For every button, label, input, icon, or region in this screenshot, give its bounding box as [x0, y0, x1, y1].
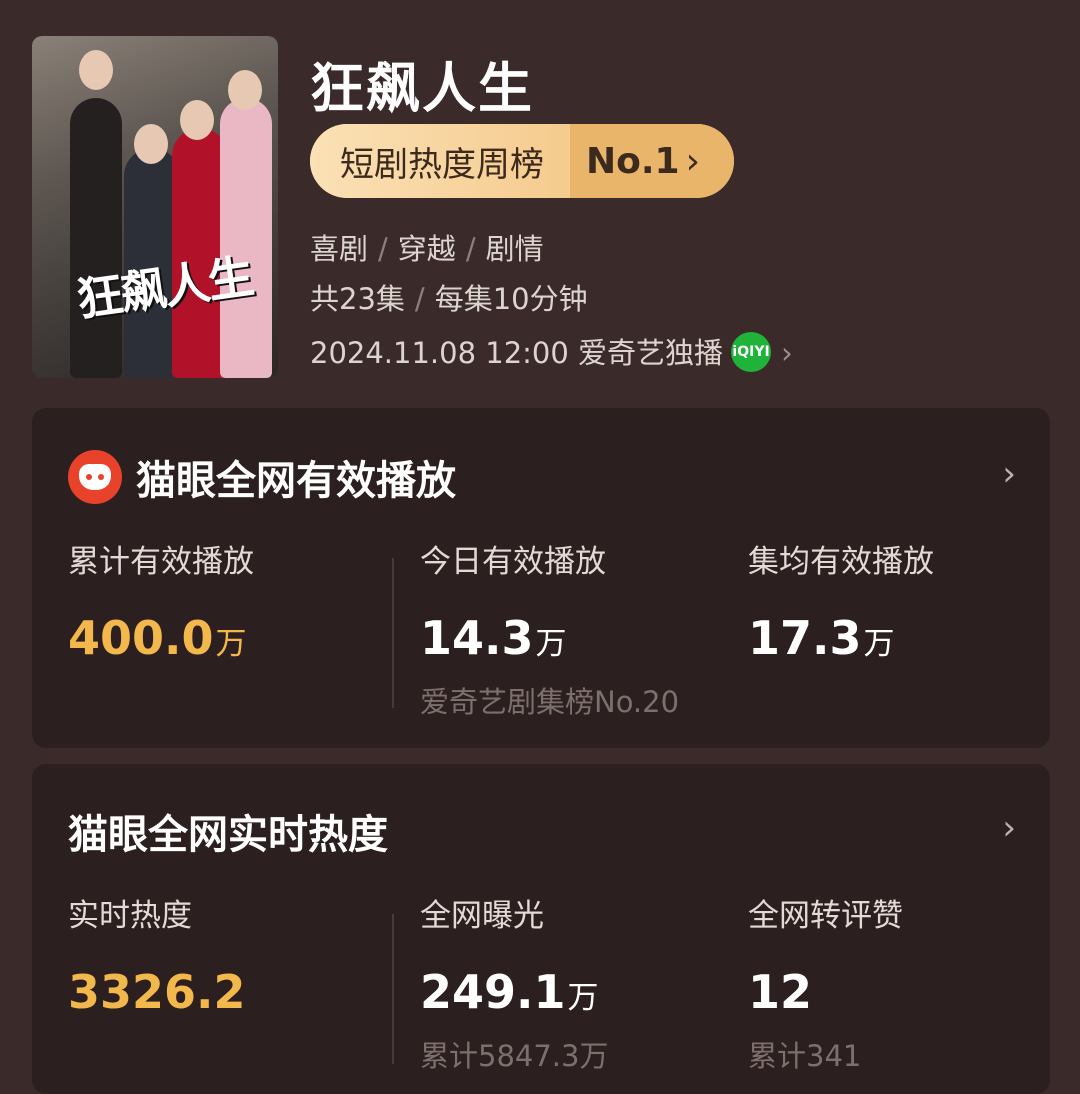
stat-label: 实时热度 [68, 898, 192, 934]
stat-label: 全网曝光 [420, 898, 544, 934]
iqiyi-logo-icon: iQIYI [731, 332, 772, 372]
divider [392, 558, 394, 708]
divider [392, 914, 394, 1064]
stat-interactions: 全网转评赞 12 累计341 [748, 890, 903, 1075]
separator: / [414, 282, 425, 316]
stat-label: 全网转评赞 [748, 898, 903, 934]
stat-value: 249.1万 [420, 965, 599, 1019]
chevron-right-icon[interactable]: › [1002, 808, 1016, 848]
genre-tag: 喜剧 [310, 232, 369, 266]
episode-info: 共23集 / 每集10分钟 [310, 276, 588, 318]
separator: / [378, 232, 388, 266]
episode-length: 每集10分钟 [434, 282, 588, 316]
chevron-right-icon: › [781, 336, 793, 370]
stat-label: 累计有效播放 [68, 544, 254, 580]
release-info[interactable]: 2024.11.08 12:00 爱奇艺独播 iQIYI › [310, 330, 793, 375]
genre-list: 喜剧 / 穿越 / 剧情 [310, 226, 544, 268]
stat-exposure: 全网曝光 249.1万 累计5847.3万 [420, 890, 608, 1075]
genre-tag: 穿越 [397, 232, 456, 266]
poster-figure-head [228, 70, 262, 110]
weekly-rank-badge[interactable]: 短剧热度周榜 No.1 › [310, 124, 734, 198]
poster-figure-head [79, 50, 113, 90]
stat-value: 400.0万 [68, 611, 247, 665]
stat-label: 今日有效播放 [420, 544, 606, 580]
stat-value: 17.3万 [748, 611, 895, 665]
maoyan-cat-icon [68, 450, 122, 504]
rank-label: 短剧热度周榜 [310, 124, 570, 198]
chevron-right-icon[interactable]: › [1002, 454, 1016, 494]
poster-figure-head [134, 124, 168, 164]
episode-count: 共23集 [310, 282, 405, 316]
separator: / [465, 232, 476, 266]
realtime-heat-card[interactable]: 猫眼全网实时热度 › 实时热度 3326.2 全网曝光 249.1万 累计584… [32, 764, 1050, 1094]
rank-value: No.1 [586, 140, 680, 182]
stat-total-play: 累计有效播放 400.0万 [68, 536, 254, 665]
card-header: 猫眼全网有效播放 [68, 448, 456, 506]
stat-today-play: 今日有效播放 14.3万 爱奇艺剧集榜No.20 [420, 536, 679, 721]
stat-value: 12 [748, 965, 813, 1019]
card-title: 猫眼全网实时热度 [68, 812, 388, 858]
poster-image[interactable]: 狂飙人生 [32, 36, 278, 378]
card-header: 猫眼全网实时热度 [68, 802, 388, 860]
stat-realtime-heat: 实时热度 3326.2 [68, 890, 248, 1019]
release-text: 2024.11.08 12:00 爱奇艺独播 [310, 336, 724, 370]
chevron-right-icon: › [685, 140, 700, 182]
stat-subtext: 累计5847.3万 [420, 1039, 609, 1073]
rank-value-area: No.1 › [570, 124, 734, 198]
stat-label: 集均有效播放 [748, 544, 934, 580]
card-title: 猫眼全网有效播放 [136, 458, 456, 504]
stat-subtext: 爱奇艺剧集榜No.20 [420, 685, 680, 719]
stat-subtext: 累计341 [748, 1039, 862, 1073]
poster-figure-head [180, 100, 214, 140]
stat-value: 14.3万 [420, 611, 567, 665]
show-title: 狂飙人生 [310, 57, 534, 120]
stat-value: 3326.2 [68, 965, 246, 1019]
genre-tag: 剧情 [485, 232, 544, 266]
effective-play-card[interactable]: 猫眼全网有效播放 › 累计有效播放 400.0万 今日有效播放 14.3万 爱奇… [32, 408, 1050, 748]
poster-figure [70, 98, 122, 378]
stat-average-play: 集均有效播放 17.3万 [748, 536, 934, 665]
poster-figure [220, 98, 272, 378]
